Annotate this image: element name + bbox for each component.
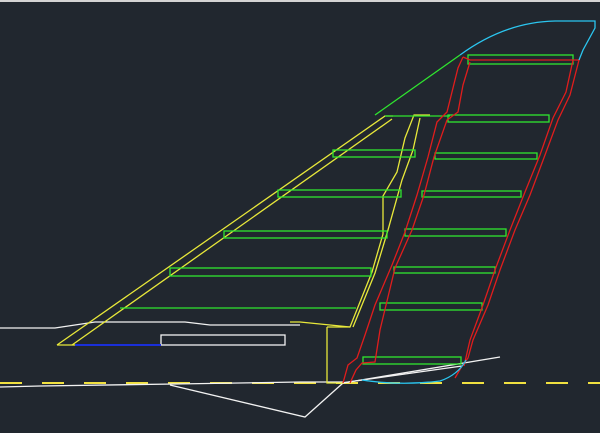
- tip-cap: [459, 20, 596, 61]
- rudder-deflection-line: [169, 356, 501, 418]
- fairing-box: [160, 334, 286, 346]
- rib-12: [379, 302, 483, 311]
- ribs: [120, 54, 574, 365]
- fuselage-upper-line: [0, 321, 300, 329]
- tip-leading-edge: [374, 54, 461, 116]
- fuselage-outline: [0, 321, 501, 418]
- rib-11: [393, 266, 496, 274]
- rib-13: [362, 356, 462, 365]
- rear-spar: [342, 56, 580, 384]
- vertical-tail-drawing: [0, 20, 600, 418]
- rib-7: [447, 114, 550, 123]
- rudder-hinge-line: [342, 56, 464, 384]
- rudder-hinge-line-2: [349, 61, 471, 384]
- spar-web: [326, 327, 343, 384]
- rib-10: [404, 228, 507, 237]
- tip-fairing: [361, 20, 596, 384]
- rib-9: [421, 190, 522, 198]
- rib-8: [434, 152, 538, 160]
- front-spar: [56, 114, 430, 384]
- rib-5: [169, 267, 372, 277]
- tip-chord-line: [340, 365, 463, 384]
- leading-edge-inner: [71, 118, 393, 346]
- rib-4: [223, 230, 388, 239]
- rib-2: [332, 149, 416, 158]
- cad-viewport[interactable]: [0, 0, 600, 433]
- rudder-trailing-edge-inner: [463, 59, 574, 367]
